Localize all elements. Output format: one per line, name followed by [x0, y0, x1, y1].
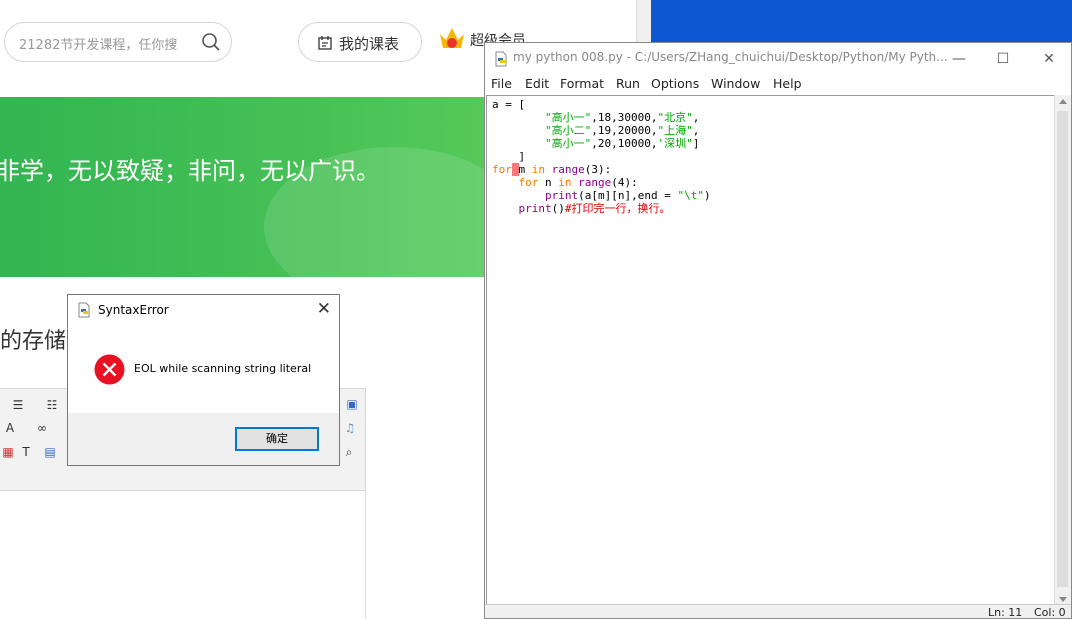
string-token: "高小一" — [544, 111, 592, 124]
vertical-scrollbar[interactable] — [1054, 95, 1071, 606]
keyword-token: for — [492, 163, 512, 176]
search-placeholder: 21282节开发课程，任你搜 — [19, 38, 178, 53]
link-icon[interactable]: ∞ — [34, 421, 50, 435]
code-token: m — [518, 163, 532, 176]
string-token: "上海" — [657, 124, 693, 137]
ok-button[interactable]: 确定 — [235, 427, 319, 451]
builtin-token: range — [578, 176, 612, 189]
menu-options[interactable]: Options — [651, 76, 699, 91]
zoom-icon[interactable]: ⌕ — [341, 445, 357, 459]
close-button[interactable]: ✕ — [1027, 47, 1071, 71]
preview-icon[interactable]: ▣ — [344, 397, 360, 411]
string-token: '深圳" — [657, 137, 693, 150]
hero-banner: 非学，无以致疑；非问，无以广识。 — [0, 97, 484, 277]
table-icon[interactable]: ▦ — [0, 445, 16, 459]
idle-window-title: my python 008.py - C:/Users/ZHang_chuich… — [513, 50, 948, 64]
code-token: ,19,20000, — [591, 124, 658, 137]
crown-icon — [440, 28, 464, 48]
desktop-background — [651, 0, 1072, 44]
banner-quote: 非学，无以致疑；非问，无以广识。 — [0, 157, 380, 185]
my-courses-label: 我的课表 — [339, 35, 400, 53]
code-token: (a[m][n],end = — [578, 189, 678, 202]
string-token: "高小一" — [544, 137, 592, 150]
error-message: EOL while scanning string literal — [134, 362, 312, 375]
code-token: (4): — [611, 176, 638, 189]
code-line: a = [ — [492, 98, 526, 111]
scroll-up-arrow-icon[interactable] — [1059, 99, 1067, 104]
error-highlight — [511, 163, 519, 176]
string-token: "高小二" — [544, 124, 592, 137]
code-token: (3): — [584, 163, 612, 176]
menu-help[interactable]: Help — [773, 76, 802, 91]
keyword-token: in — [531, 163, 545, 176]
builtin-token: print — [544, 189, 579, 202]
unordered-list-icon[interactable]: ☷ — [44, 398, 60, 412]
python-file-icon — [78, 302, 90, 318]
builtin-token: print — [518, 202, 552, 215]
dialog-title: SyntaxError — [98, 303, 169, 317]
section-title: 的存储 — [0, 329, 67, 354]
dialog-close-button[interactable]: ✕ — [317, 299, 331, 319]
idle-menu-bar: File Edit Format Run Options Window Help — [485, 73, 1071, 95]
keyword-token: in — [558, 176, 572, 189]
text-direction-icon[interactable]: T — [18, 445, 34, 459]
scroll-thumb[interactable] — [1057, 111, 1068, 587]
font-size-icon[interactable]: A — [2, 421, 18, 435]
code-editor[interactable]: a = [ "高小一",18,30000,"北京", "高小二",19,2000… — [486, 95, 1055, 606]
scrollbar-strip — [636, 0, 651, 44]
scroll-down-arrow-icon[interactable] — [1059, 597, 1067, 602]
dialog-footer: 确定 — [68, 413, 339, 465]
calendar-icon — [318, 36, 332, 50]
grid-icon[interactable]: ▤ — [42, 445, 58, 459]
python-file-icon — [495, 51, 507, 67]
code-token: () — [551, 202, 565, 215]
rich-text-area[interactable] — [0, 491, 366, 619]
code-token: ,18,30000, — [591, 111, 658, 124]
status-line: Ln: 11 — [988, 606, 1023, 619]
ordered-list-icon[interactable]: ☰ — [10, 398, 26, 412]
course-search-box[interactable]: 21282节开发课程，任你搜 — [4, 22, 232, 62]
syntax-error-dialog: SyntaxError ✕ EOL while scanning string … — [67, 294, 340, 466]
menu-file[interactable]: File — [491, 76, 512, 91]
idle-editor-window: my python 008.py - C:/Users/ZHang_chuich… — [484, 42, 1072, 619]
search-icon[interactable] — [201, 32, 221, 52]
maximize-button[interactable]: ☐ — [981, 47, 1025, 71]
my-courses-button[interactable]: 我的课表 — [298, 22, 422, 62]
status-bar: Ln: 11 Col: 0 — [485, 604, 1071, 619]
minimize-button[interactable]: — — [937, 47, 981, 71]
menu-window[interactable]: Window — [711, 76, 760, 91]
menu-run[interactable]: Run — [616, 76, 640, 91]
menu-edit[interactable]: Edit — [525, 76, 549, 91]
menu-format[interactable]: Format — [560, 76, 604, 91]
status-col: Col: 0 — [1034, 606, 1066, 619]
keyword-token: for — [518, 176, 539, 189]
idle-title-bar[interactable]: my python 008.py - C:/Users/ZHang_chuich… — [485, 43, 1071, 73]
code-text: a = [ "高小一",18,30000,"北京", "高小二",19,2000… — [492, 98, 711, 215]
code-token: ) — [703, 189, 711, 202]
builtin-token: range — [551, 163, 585, 176]
code-token: ,20,10000, — [591, 137, 658, 150]
code-line: ] — [518, 150, 526, 163]
error-icon — [94, 354, 125, 385]
code-token: n — [538, 176, 559, 189]
comment-token: #打印完一行，换行。 — [564, 202, 671, 215]
music-icon[interactable]: ♫ — [342, 421, 358, 435]
string-token: "\t" — [677, 189, 704, 202]
string-token: "北京" — [657, 111, 693, 124]
